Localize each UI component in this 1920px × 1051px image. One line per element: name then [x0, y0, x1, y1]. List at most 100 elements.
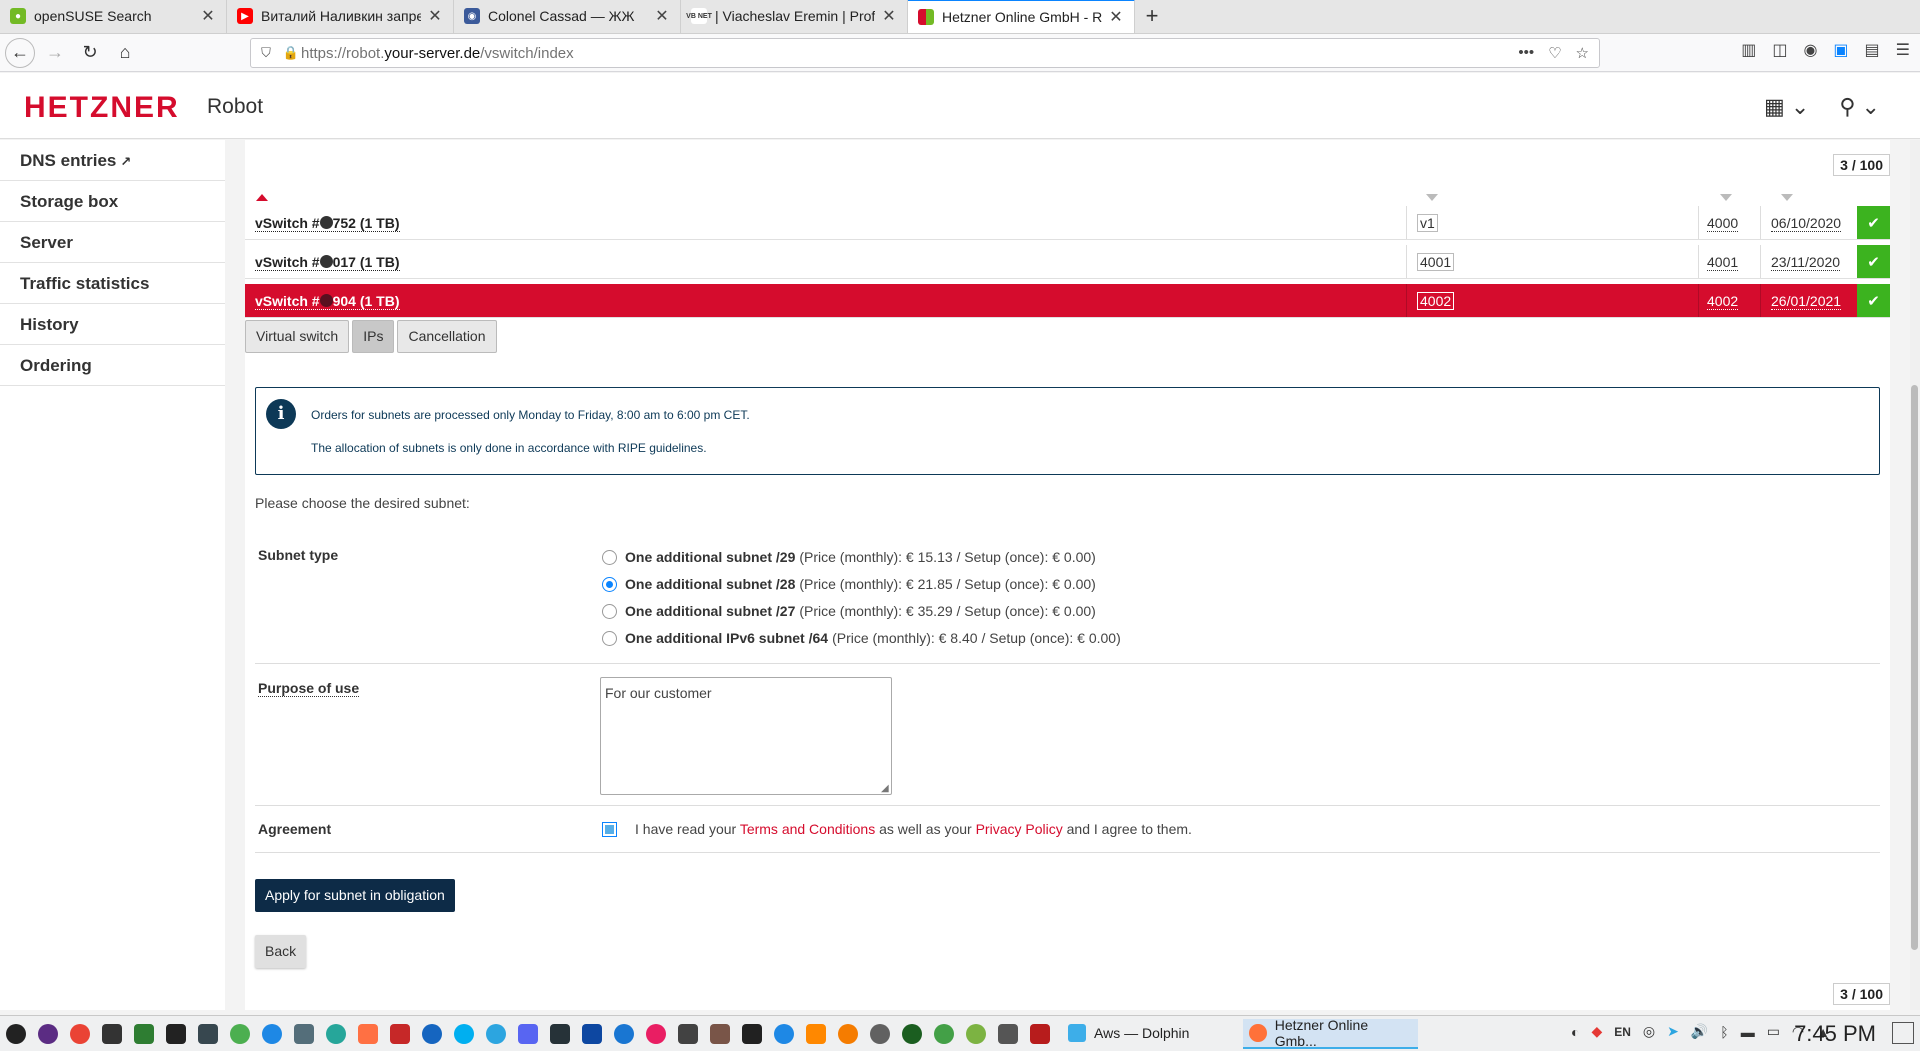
task-dolphin[interactable]: Aws — Dolphin — [1062, 1019, 1237, 1049]
app-icon[interactable] — [386, 1020, 414, 1048]
app-icon[interactable] — [354, 1020, 382, 1048]
tab-virtual-switch[interactable]: Virtual switch — [245, 320, 350, 353]
vswitch-name-field[interactable]: 4001 — [1417, 253, 1455, 271]
browser-tab[interactable]: ● openSUSE Search ✕ — [0, 0, 227, 33]
privacy-policy-link[interactable]: Privacy Policy — [976, 821, 1063, 837]
app-icon[interactable] — [866, 1020, 894, 1048]
app-icon[interactable] — [194, 1020, 222, 1048]
eye-icon[interactable]: ◎ — [1643, 1023, 1655, 1040]
flag-icon[interactable]: ▬ — [1741, 1024, 1755, 1040]
app-icon[interactable] — [258, 1020, 286, 1048]
sort-descending-icon[interactable] — [1720, 194, 1732, 201]
app-icon[interactable] — [610, 1020, 638, 1048]
close-icon[interactable]: ✕ — [654, 6, 670, 26]
clock[interactable]: 7:45 PM — [1794, 1021, 1876, 1047]
radio-button[interactable] — [602, 603, 617, 619]
telegram-tray-icon[interactable]: ➤ — [1667, 1023, 1679, 1040]
sidebar-item-storage-box[interactable]: Storage box — [0, 181, 225, 222]
browser-tab[interactable]: ▶ Виталий Наливкин запре ✕ — [227, 0, 454, 33]
subnet-option-27[interactable]: One additional subnet /27 (Price (monthly… — [602, 603, 1096, 619]
back-arrow-icon[interactable]: ← — [5, 37, 35, 68]
tab-cancellation[interactable]: Cancellation — [397, 320, 497, 353]
subnet-option-29[interactable]: One additional subnet /29 (Price (monthly… — [602, 549, 1096, 565]
apps-grid-icon[interactable]: ▦ ⌄ — [1764, 94, 1809, 120]
anydesk-icon[interactable]: ◆ — [1591, 1023, 1602, 1040]
browser-tab[interactable]: ◉ Colonel Cassad — ЖЖ ✕ — [454, 0, 681, 33]
vlan-id[interactable]: 4000 — [1707, 215, 1739, 232]
app-icon[interactable] — [642, 1020, 670, 1048]
task-firefox[interactable]: Hetzner Online Gmb... — [1243, 1017, 1418, 1049]
browser-tab-active[interactable]: Hetzner Online GmbH - Ro ✕ — [908, 0, 1135, 33]
user-menu-icon[interactable]: ⚲ ⌄ — [1839, 94, 1880, 120]
sidebar-item-server[interactable]: Server — [0, 222, 225, 263]
back-button[interactable]: Back — [255, 935, 307, 968]
app-icon[interactable] — [1026, 1020, 1054, 1048]
extension-icon[interactable]: ▣ — [1833, 40, 1848, 60]
terminal-icon[interactable] — [98, 1020, 126, 1048]
vswitch-name-field[interactable]: v1 — [1417, 214, 1438, 232]
agreement-checkbox[interactable] — [602, 822, 617, 837]
clipboard-icon[interactable]: ▭ — [1767, 1023, 1780, 1040]
tab-ips[interactable]: IPs — [352, 320, 395, 353]
menu-icon[interactable]: ☰ — [1896, 40, 1910, 60]
tray-app-icon[interactable]: ◐ — [1571, 1024, 1579, 1040]
purpose-input[interactable]: For our customer — [600, 677, 892, 795]
forward-arrow-icon[interactable]: → — [40, 38, 70, 68]
sidebar-icon[interactable]: ◫ — [1772, 40, 1787, 60]
app-icon[interactable] — [674, 1020, 702, 1048]
vswitch-name[interactable]: vSwitch #904 (1 TB) — [245, 284, 1407, 317]
app-icon[interactable] — [322, 1020, 350, 1048]
show-desktop-icon[interactable] — [1892, 1022, 1914, 1044]
keyboard-layout[interactable]: EN — [1614, 1025, 1631, 1039]
reload-icon[interactable]: ↻ — [75, 38, 105, 68]
lock-icon[interactable]: 🔒 — [281, 45, 301, 61]
resize-grip-icon[interactable]: ◢ — [881, 783, 889, 794]
scrollbar-thumb[interactable] — [1911, 385, 1918, 950]
sort-descending-icon[interactable] — [1781, 194, 1793, 201]
subnet-option-ipv6-64[interactable]: One additional IPv6 subnet /64 (Price (mo… — [602, 630, 1121, 646]
home-icon[interactable]: ⌂ — [110, 38, 140, 68]
vswitch-name-field[interactable]: 4002 — [1417, 292, 1455, 310]
app-icon[interactable] — [546, 1020, 574, 1048]
close-icon[interactable]: ✕ — [881, 6, 897, 26]
app-icon[interactable] — [930, 1020, 958, 1048]
pocket-icon[interactable]: ♡ — [1548, 44, 1561, 62]
app-icon[interactable] — [34, 1020, 62, 1048]
page-actions-icon[interactable]: ••• — [1518, 44, 1534, 62]
close-icon[interactable]: ✕ — [1108, 7, 1124, 27]
url-bar[interactable]: ⛉ 🔒 https://robot. your-server.de/vswitch… — [250, 38, 1600, 68]
sidebar-item-ordering[interactable]: Ordering — [0, 345, 225, 386]
table-row[interactable]: vSwitch #017 (1 TB) 4001 4001 23/11/2020… — [245, 245, 1890, 279]
browser-tab[interactable]: VB NET | Viacheslav Eremin | Prof ✕ — [681, 0, 908, 33]
discord-icon[interactable] — [514, 1020, 542, 1048]
account-icon[interactable]: ◉ — [1803, 40, 1817, 60]
bluetooth-icon[interactable]: ᛒ — [1720, 1024, 1728, 1040]
telegram-icon[interactable] — [482, 1020, 510, 1048]
radio-button[interactable] — [602, 549, 617, 565]
monitor-icon[interactable] — [130, 1020, 158, 1048]
apply-subnet-button[interactable]: Apply for subnet in obligation — [255, 879, 455, 912]
chrome-icon[interactable] — [66, 1020, 94, 1048]
close-icon[interactable]: ✕ — [427, 6, 443, 26]
skype-icon[interactable] — [450, 1020, 478, 1048]
bookmark-star-icon[interactable]: ☆ — [1576, 44, 1589, 62]
subnet-option-28[interactable]: One additional subnet /28 (Price (monthly… — [602, 576, 1096, 592]
app-icon[interactable] — [290, 1020, 318, 1048]
table-row-selected[interactable]: vSwitch #904 (1 TB) 4002 4002 26/01/2021… — [245, 284, 1890, 318]
app-icon[interactable] — [226, 1020, 254, 1048]
hetzner-logo[interactable]: HETZNER — [24, 91, 180, 125]
sidebar-item-history[interactable]: History — [0, 304, 225, 345]
shield-icon[interactable]: ⛉ — [251, 45, 281, 61]
sort-descending-icon[interactable] — [1426, 194, 1438, 201]
terms-link[interactable]: Terms and Conditions — [740, 821, 875, 837]
app-icon[interactable] — [578, 1020, 606, 1048]
volume-icon[interactable]: 🔊 — [1691, 1023, 1708, 1040]
headphones-icon[interactable] — [770, 1020, 798, 1048]
vlan-id[interactable]: 4001 — [1707, 254, 1739, 271]
containers-icon[interactable]: ▤ — [1865, 40, 1880, 60]
app-icon[interactable] — [706, 1020, 734, 1048]
radio-button-checked[interactable] — [602, 576, 617, 592]
sidebar-item-dns-entries[interactable]: DNS entries ↗ — [0, 140, 225, 181]
close-icon[interactable]: ✕ — [200, 6, 216, 26]
table-row[interactable]: vSwitch #752 (1 TB) v1 4000 06/10/2020 ✔ — [245, 206, 1890, 240]
